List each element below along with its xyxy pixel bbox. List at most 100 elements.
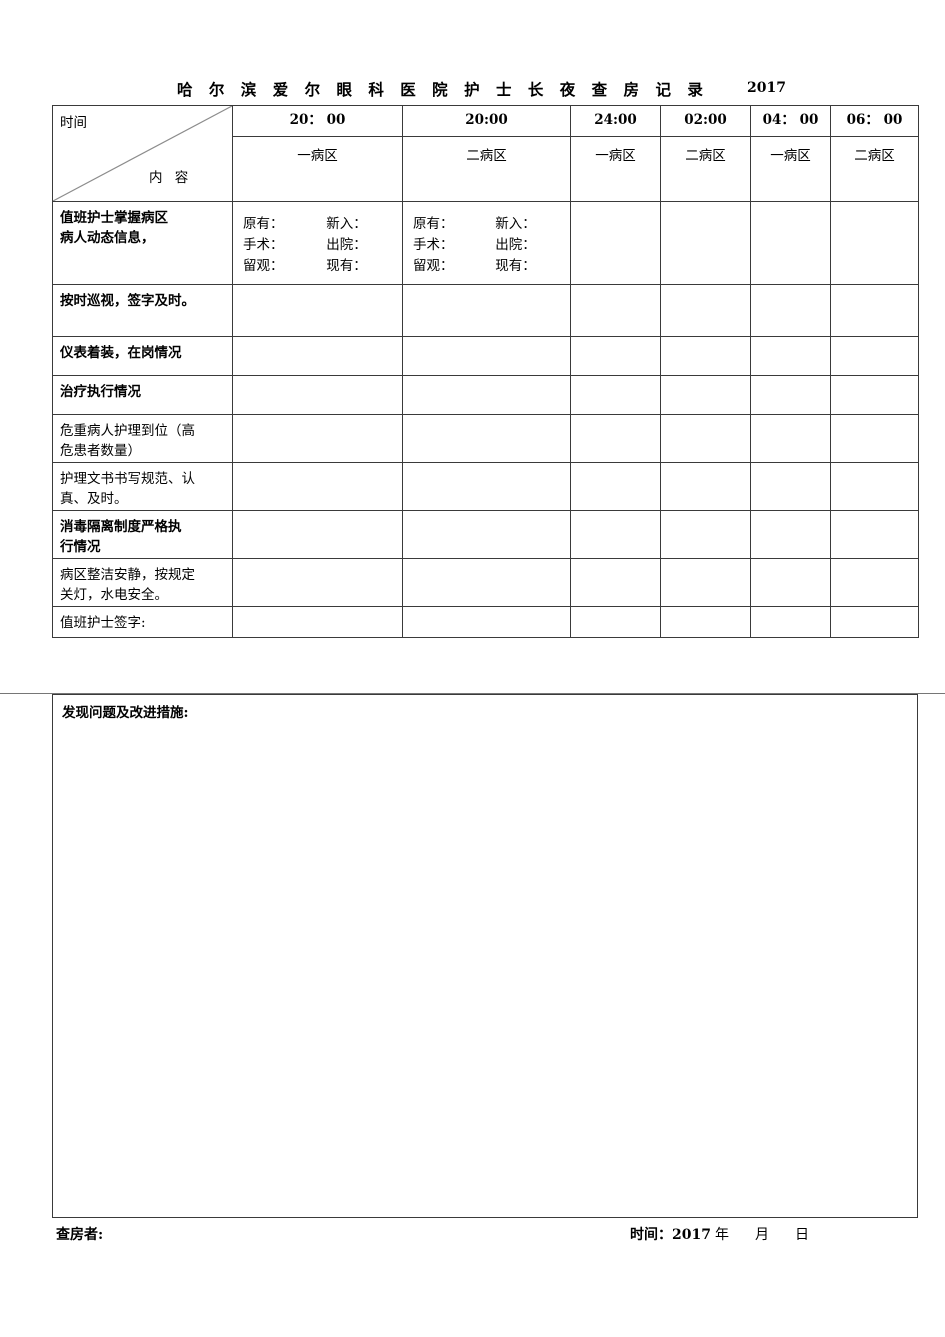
table-row: 危重病人护理到位（高 危患者数量） [52,414,919,463]
cell-r6-c3[interactable] [660,510,751,559]
cell-r4-c3[interactable] [660,414,751,463]
footer-year-unit: 年 [714,1227,729,1243]
table-row: 消毒隔离制度严格执 行情况 [52,510,919,559]
cell-r3-c2[interactable] [570,375,661,415]
cell-r4-c2[interactable] [570,414,661,463]
cell-r0-c4[interactable] [750,201,831,285]
header-ward-5: 二病区 [830,135,919,203]
cell-signature-c4[interactable] [750,606,831,638]
cell-r2-c2[interactable] [570,336,661,376]
cell-r0-c2[interactable] [570,201,661,285]
table-row: 病区整洁安静，按规定 关灯，水电安全。 [52,558,919,607]
table-row: 治疗执行情况 [52,375,919,415]
cell-r6-c0[interactable] [232,510,403,559]
cell-r4-c1[interactable] [402,414,571,463]
row-label-8: 值班护士签字: [52,606,233,638]
corner-col-header: 内 容 [149,170,193,186]
row-label-2: 仪表着装，在岗情况 [52,336,233,376]
cell-r7-c5[interactable] [830,558,919,607]
stat-discharged-label: 出院： [326,236,367,253]
cell-r3-c1[interactable] [402,375,571,415]
stat-admitted-label: 新入： [326,216,367,232]
stat-surgery-label: 手术： [243,236,284,253]
stat-observation-label: 留观： [243,257,284,274]
corner-diagonal-cell: 时间 内 容 [52,105,233,202]
cell-stats-ward2[interactable]: 原有： 新入： 手术： 出院： 留观： 现有： [402,201,571,285]
cell-r5-c0[interactable] [232,462,403,511]
cell-signature-c5[interactable] [830,606,919,638]
stat-current-label: 现有： [495,257,536,274]
cell-signature-c3[interactable] [660,606,751,638]
page-title: 哈 尔 滨 爱 尔 眼 科 医 院 护 士 长 夜 查 房 记 录 [177,80,709,99]
cell-r4-c0[interactable] [232,414,403,463]
footer-day-unit: 日 [794,1227,809,1243]
cell-r5-c2[interactable] [570,462,661,511]
cell-r0-c3[interactable] [660,201,751,285]
cell-r1-c5[interactable] [830,284,919,337]
cell-r3-c0[interactable] [232,375,403,415]
cell-r1-c0[interactable] [232,284,403,337]
footer: 查房者: 时间：2017 年 月 日 [52,1224,918,1248]
cell-r2-c5[interactable] [830,336,919,376]
cell-r2-c4[interactable] [750,336,831,376]
cell-signature-c1[interactable] [402,606,571,638]
cell-r6-c2[interactable] [570,510,661,559]
cell-r2-c0[interactable] [232,336,403,376]
cell-r5-c3[interactable] [660,462,751,511]
stat-existing-label: 原有： [243,216,284,232]
cell-r1-c4[interactable] [750,284,831,337]
stat-surgery-label: 手术： [413,236,454,253]
header-row-times: 时间 内 容 20： 00 20:00 24:00 02:00 04： 00 0… [52,105,919,202]
table-row: 护理文书书写规范、认 真、及时。 [52,462,919,511]
table-row: 值班护士签字: [52,606,919,638]
header-ward-1: 二病区 [402,135,571,203]
title-row: 哈 尔 滨 爱 尔 眼 科 医 院 护 士 长 夜 查 房 记 录 2017 [52,78,918,104]
cell-r7-c3[interactable] [660,558,751,607]
cell-r5-c5[interactable] [830,462,919,511]
cell-r1-c1[interactable] [402,284,571,337]
cell-r7-c2[interactable] [570,558,661,607]
header-time-4: 04： 00 [750,105,831,137]
issues-and-measures-box[interactable]: 发现问题及改进措施: [52,694,918,1218]
header-ward-2: 一病区 [570,135,661,203]
header-time-3: 02:00 [660,105,751,137]
cell-r3-c4[interactable] [750,375,831,415]
rounds-record-table: 时间 内 容 20： 00 20:00 24:00 02:00 04： 00 0… [52,105,919,638]
cell-r4-c5[interactable] [830,414,919,463]
stat-observation-label: 留观： [413,257,454,274]
cell-r7-c0[interactable] [232,558,403,607]
cell-r6-c5[interactable] [830,510,919,559]
cell-r7-c1[interactable] [402,558,571,607]
row-label-4: 危重病人护理到位（高 危患者数量） [52,414,233,463]
cell-r6-c1[interactable] [402,510,571,559]
cell-r3-c5[interactable] [830,375,919,415]
cell-r1-c2[interactable] [570,284,661,337]
cell-signature-c0[interactable] [232,606,403,638]
header-ward-4: 一病区 [750,135,831,203]
cell-r2-c1[interactable] [402,336,571,376]
stat-existing-label: 原有： [413,216,454,232]
cell-r6-c4[interactable] [750,510,831,559]
row-label-7: 病区整洁安静，按规定 关灯，水电安全。 [52,558,233,607]
header-time-1: 20:00 [402,105,571,137]
header-ward-3: 二病区 [660,135,751,203]
cell-r0-c5[interactable] [830,201,919,285]
issues-and-measures-label: 发现问题及改进措施: [62,705,189,721]
title-year: 2017 [747,80,786,96]
row-label-1: 按时巡视，签字及时。 [52,284,233,337]
cell-r4-c4[interactable] [750,414,831,463]
footer-dateline: 时间：2017 年 月 日 [630,1224,809,1244]
cell-r5-c4[interactable] [750,462,831,511]
cell-signature-c2[interactable] [570,606,661,638]
row-label-0: 值班护士掌握病区 病人动态信息， [52,201,233,285]
document-page: 哈 尔 滨 爱 尔 眼 科 医 院 护 士 长 夜 查 房 记 录 2017 时… [0,0,945,1337]
cell-r3-c3[interactable] [660,375,751,415]
header-time-2: 24:00 [570,105,661,137]
footer-year: 2017 [672,1227,711,1243]
footer-month-unit: 月 [754,1227,769,1243]
cell-r7-c4[interactable] [750,558,831,607]
cell-r1-c3[interactable] [660,284,751,337]
cell-r2-c3[interactable] [660,336,751,376]
cell-r5-c1[interactable] [402,462,571,511]
cell-stats-ward1[interactable]: 原有： 新入： 手术： 出院： 留观： 现有： [232,201,403,285]
